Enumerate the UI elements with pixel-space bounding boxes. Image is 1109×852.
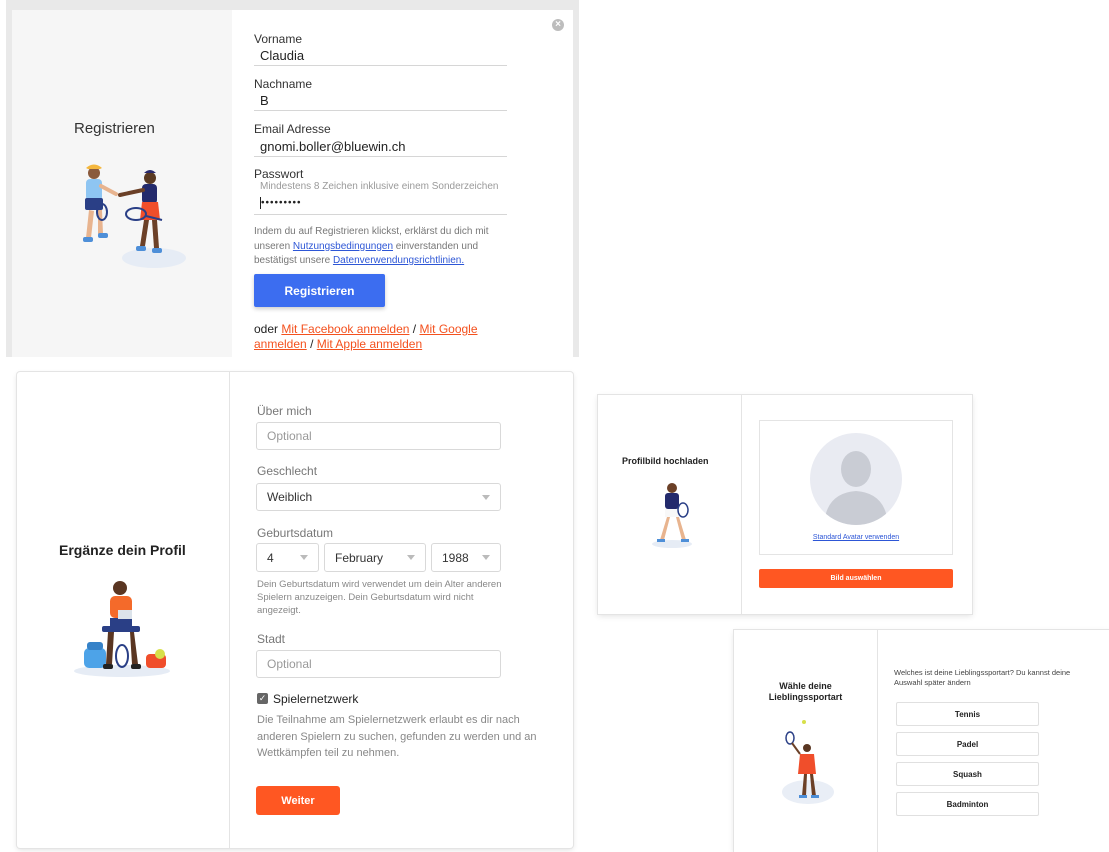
chevron-down-icon — [300, 555, 308, 560]
terms-link[interactable]: Nutzungsbedingungen — [293, 241, 393, 252]
sport-question: Welches ist deine Lieblingssportart? Du … — [894, 668, 1071, 687]
last-name-input[interactable]: B — [254, 91, 507, 111]
chevron-down-icon — [407, 555, 415, 560]
gender-value: Weiblich — [267, 490, 313, 504]
network-checkbox[interactable]: ✓ — [257, 693, 268, 704]
birth-day-value: 4 — [267, 550, 274, 565]
city-label: Stadt — [257, 632, 286, 646]
sport-option-padel[interactable]: Padel — [896, 732, 1039, 756]
choose-image-button[interactable]: Bild auswählen — [759, 569, 953, 588]
profile-title: Ergänze dein Profil — [59, 542, 186, 558]
password-label: Passwort — [254, 167, 304, 181]
terms-text: Indem du auf Registrieren klickst, erklä… — [254, 225, 509, 269]
next-button[interactable]: Weiter — [256, 786, 340, 815]
sitting-player-illustration — [74, 581, 170, 677]
sport-option-badminton[interactable]: Badminton — [896, 792, 1039, 816]
about-input[interactable]: Optional — [256, 422, 501, 450]
gender-select[interactable]: Weiblich — [256, 483, 501, 511]
last-name-label: Nachname — [254, 77, 313, 91]
network-label[interactable]: Spielernetzwerk — [273, 692, 358, 706]
chevron-down-icon — [482, 494, 490, 500]
separator: / — [412, 322, 417, 336]
player-illustration — [652, 483, 692, 548]
default-avatar-link[interactable]: Standard Avatar verwenden — [759, 534, 953, 541]
social-login: oder Mit Facebook anmelden / Mit Google … — [254, 322, 514, 352]
password-dots: ••••••••• — [261, 197, 302, 209]
sport-title: Wähle deine Lieblingssportart — [734, 681, 877, 703]
gender-label: Geschlecht — [257, 464, 318, 478]
social-prefix: oder — [254, 322, 279, 336]
apple-login-link[interactable]: Mit Apple anmelden — [317, 337, 422, 351]
birth-month-value: February — [335, 550, 384, 565]
avatar-divider — [741, 395, 742, 614]
avatar-title: Profilbild hochladen — [622, 456, 709, 466]
password-hint: Mindestens 8 Zeichen inklusive einem Son… — [260, 181, 499, 192]
register-title: Registrieren — [74, 120, 155, 137]
profile-divider — [229, 372, 230, 848]
close-icon[interactable]: × — [552, 19, 564, 31]
register-button[interactable]: Registrieren — [254, 274, 385, 307]
first-name-input[interactable]: Claudia — [254, 46, 507, 66]
birthdate-label: Geburtsdatum — [257, 526, 334, 540]
birth-month-select[interactable]: February — [324, 543, 426, 572]
password-input[interactable]: ••••••••• — [254, 195, 507, 215]
email-input[interactable]: gnomi.boller@bluewin.ch — [254, 137, 507, 157]
sport-title-line2: Lieblingssportart — [768, 692, 843, 702]
handshake-illustration — [83, 164, 186, 268]
facebook-login-link[interactable]: Mit Facebook anmelden — [281, 322, 409, 336]
birth-day-select[interactable]: 4 — [256, 543, 319, 572]
sport-option-tennis[interactable]: Tennis — [896, 702, 1039, 726]
sport-player-illustration — [782, 720, 834, 804]
separator: / — [310, 337, 314, 351]
sport-divider — [877, 630, 878, 852]
network-note: Die Teilnahme am Spielernetzwerk erlaubt… — [257, 714, 537, 759]
chevron-down-icon — [482, 555, 490, 560]
privacy-link[interactable]: Datenverwendungsrichtlinien. — [333, 255, 464, 266]
about-label: Über mich — [257, 404, 312, 418]
birthdate-note: Dein Geburtsdatum wird verwendet um dein… — [257, 579, 502, 616]
birth-year-value: 1988 — [442, 550, 469, 565]
email-label: Email Adresse — [254, 122, 331, 136]
sport-title-line1: Wähle deine — [779, 681, 832, 691]
default-avatar-icon — [810, 433, 902, 525]
first-name-label: Vorname — [254, 32, 303, 46]
city-input[interactable]: Optional — [256, 650, 501, 678]
sport-option-squash[interactable]: Squash — [896, 762, 1039, 786]
birth-year-select[interactable]: 1988 — [431, 543, 501, 572]
